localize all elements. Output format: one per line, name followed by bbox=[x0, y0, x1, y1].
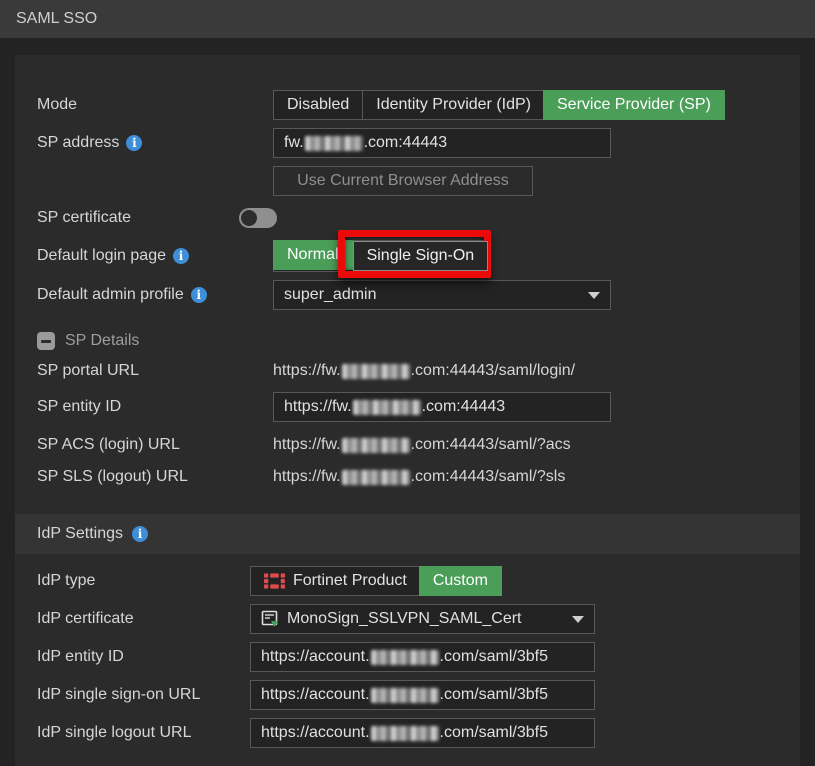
default-login-page-label: Default login page i bbox=[37, 247, 273, 265]
sp-portal-url-value: https://fw..com:44443/saml/login/ bbox=[273, 362, 575, 380]
idp-sso-url-input[interactable]: https://account..com/saml/3bf5 bbox=[250, 680, 595, 710]
certificate-icon bbox=[261, 610, 279, 628]
info-icon[interactable]: i bbox=[126, 135, 142, 151]
idp-type-row: IdP type Fortinet Product bbox=[37, 566, 778, 596]
sp-address-input[interactable]: fw..com:44443 bbox=[273, 128, 611, 158]
default-login-page-segmented-control: Normal Single Sign-On bbox=[273, 240, 489, 272]
mode-option-disabled[interactable]: Disabled bbox=[274, 91, 362, 119]
sp-sls-url-label: SP SLS (logout) URL bbox=[37, 468, 273, 486]
default-login-page-option-single-sign-on[interactable]: Single Sign-On bbox=[353, 241, 489, 271]
redacted-text bbox=[371, 688, 439, 703]
idp-slo-url-row: IdP single logout URL https://account..c… bbox=[37, 718, 778, 748]
info-icon[interactable]: i bbox=[132, 526, 148, 542]
use-current-browser-address-button[interactable]: Use Current Browser Address bbox=[273, 166, 533, 196]
page-title: SAML SSO bbox=[16, 10, 97, 28]
chevron-down-icon bbox=[572, 616, 584, 623]
redacted-text bbox=[342, 364, 410, 379]
sp-entity-id-input[interactable]: https://fw..com:44443 bbox=[273, 392, 611, 422]
sp-certificate-toggle[interactable] bbox=[239, 208, 277, 228]
toggle-knob bbox=[241, 210, 257, 226]
sp-certificate-label: SP certificate bbox=[37, 209, 237, 227]
idp-certificate-label: IdP certificate bbox=[37, 610, 250, 628]
idp-type-segmented-control: Fortinet Product Custom bbox=[250, 566, 502, 596]
redacted-text bbox=[342, 470, 410, 485]
window-title-bar: SAML SSO bbox=[0, 0, 815, 38]
mode-option-service-provider[interactable]: Service Provider (SP) bbox=[543, 90, 725, 120]
idp-type-option-fortinet-product[interactable]: Fortinet Product bbox=[251, 567, 420, 595]
sp-details-title: SP Details bbox=[65, 332, 139, 350]
idp-settings-section: IdP type Fortinet Product bbox=[37, 566, 778, 748]
sp-entity-id-label: SP entity ID bbox=[37, 398, 273, 416]
sp-entity-id-row: SP entity ID https://fw..com:44443 bbox=[37, 392, 778, 422]
sp-address-row: SP address i fw..com:44443 bbox=[37, 128, 778, 158]
chevron-down-icon bbox=[588, 292, 600, 299]
idp-entity-id-row: IdP entity ID https://account..com/saml/… bbox=[37, 642, 778, 672]
sp-acs-url-value: https://fw..com:44443/saml/?acs bbox=[273, 436, 571, 454]
redacted-text bbox=[305, 136, 363, 151]
redacted-text bbox=[371, 726, 439, 741]
default-login-page-option-normal[interactable]: Normal bbox=[273, 240, 353, 270]
sp-address-label: SP address i bbox=[37, 134, 273, 152]
saml-sso-panel: Mode Disabled Identity Provider (IdP) Se… bbox=[15, 55, 800, 766]
sp-sls-url-value: https://fw..com:44443/saml/?sls bbox=[273, 468, 565, 486]
sp-certificate-row: SP certificate bbox=[37, 208, 778, 228]
redacted-text bbox=[371, 650, 439, 665]
redacted-text bbox=[342, 438, 410, 453]
idp-settings-title: IdP Settings bbox=[37, 525, 123, 543]
idp-type-label: IdP type bbox=[37, 572, 250, 590]
default-admin-profile-row: Default admin profile i super_admin bbox=[37, 280, 778, 310]
sp-details-header: SP Details bbox=[37, 332, 778, 350]
idp-entity-id-input[interactable]: https://account..com/saml/3bf5 bbox=[250, 642, 595, 672]
idp-entity-id-label: IdP entity ID bbox=[37, 648, 250, 666]
mode-segmented-control: Disabled Identity Provider (IdP) Service… bbox=[273, 90, 725, 120]
default-admin-profile-label: Default admin profile i bbox=[37, 286, 273, 304]
idp-certificate-row: IdP certificate MonoSign_SSLVPN_SAML_Cer… bbox=[37, 604, 778, 634]
mode-row: Mode Disabled Identity Provider (IdP) Se… bbox=[37, 90, 778, 120]
info-icon[interactable]: i bbox=[191, 287, 207, 303]
default-login-page-row: Default login page i Normal Single Sign-… bbox=[37, 240, 778, 272]
idp-slo-url-input[interactable]: https://account..com/saml/3bf5 bbox=[250, 718, 595, 748]
idp-sso-url-label: IdP single sign-on URL bbox=[37, 686, 250, 704]
sp-acs-url-row: SP ACS (login) URL https://fw..com:44443… bbox=[37, 436, 778, 454]
sp-portal-url-row: SP portal URL https://fw..com:44443/saml… bbox=[37, 362, 778, 380]
fortinet-logo-icon bbox=[264, 573, 285, 589]
idp-settings-section-header: IdP Settings i bbox=[15, 514, 800, 554]
idp-type-option-custom[interactable]: Custom bbox=[419, 566, 502, 596]
idp-certificate-select[interactable]: MonoSign_SSLVPN_SAML_Cert bbox=[250, 604, 595, 634]
redacted-text bbox=[353, 400, 421, 415]
collapse-minus-icon[interactable] bbox=[37, 332, 55, 350]
sp-sls-url-row: SP SLS (logout) URL https://fw..com:4444… bbox=[37, 468, 778, 486]
sp-portal-url-label: SP portal URL bbox=[37, 362, 273, 380]
idp-slo-url-label: IdP single logout URL bbox=[37, 724, 250, 742]
mode-option-identity-provider[interactable]: Identity Provider (IdP) bbox=[362, 91, 544, 119]
sp-acs-url-label: SP ACS (login) URL bbox=[37, 436, 273, 454]
default-admin-profile-select[interactable]: super_admin bbox=[273, 280, 611, 310]
use-current-browser-address-row: Use Current Browser Address bbox=[37, 166, 778, 196]
info-icon[interactable]: i bbox=[173, 248, 189, 264]
idp-sso-url-row: IdP single sign-on URL https://account..… bbox=[37, 680, 778, 710]
mode-label: Mode bbox=[37, 96, 273, 114]
